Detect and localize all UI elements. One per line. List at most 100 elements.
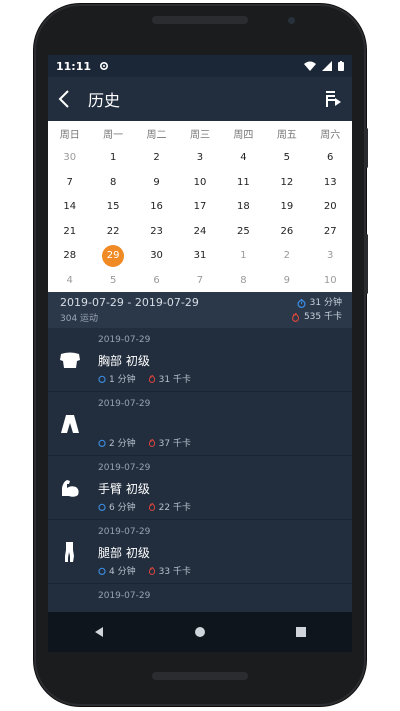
history-item[interactable]: 2019-07-29 胸部 初级 1 分钟 31 千卡: [48, 328, 352, 392]
history-item[interactable]: 2019-07-29 2 分钟 37 千卡: [48, 392, 352, 456]
settings-gear-icon: [100, 61, 109, 71]
page-title: 历史: [88, 91, 121, 110]
history-date: 2019-07-29: [98, 591, 151, 601]
calendar-day[interactable]: 4: [48, 275, 91, 286]
calendar-day[interactable]: 9: [265, 275, 308, 286]
calendar-day[interactable]: 4: [222, 152, 265, 163]
history-date: 2019-07-29: [98, 335, 151, 345]
selected-day-label: 29: [102, 244, 125, 267]
calendar-day[interactable]: 7: [178, 275, 221, 286]
calendar-day[interactable]: 8: [91, 177, 134, 188]
calendar-day[interactable]: 25: [222, 226, 265, 237]
calendar-day[interactable]: 19: [265, 201, 308, 212]
screen: 11:11 历史 周日 周一 周二 周三 周四 周五 周六 30 1 2 3 4…: [48, 55, 352, 652]
stopwatch-icon: [297, 298, 306, 308]
calendar-week: 4 5 6 7 8 9 10: [48, 268, 352, 293]
calendar-day[interactable]: 9: [135, 177, 178, 188]
calendar-day[interactable]: 17: [178, 201, 221, 212]
back-arrow-icon[interactable]: [58, 90, 70, 108]
calendar-week: 14 15 16 17 18 19 20: [48, 195, 352, 220]
battery-icon: [338, 61, 344, 71]
history-list: 2019-07-29 胸部 初级 1 分钟 31 千卡 2019-07-29 2…: [48, 328, 352, 648]
history-item[interactable]: 2019-07-29 腿部 初级 4 分钟 33 千卡: [48, 520, 352, 584]
calendar-day[interactable]: 18: [222, 201, 265, 212]
weekday-label: 周三: [189, 129, 210, 141]
calendar-day[interactable]: 20: [309, 201, 352, 212]
history-name: 手臂 初级: [98, 482, 150, 496]
calendar-day[interactable]: 11: [222, 177, 265, 188]
total-calories: 535 千卡: [303, 312, 342, 322]
calendar-day[interactable]: 28: [48, 250, 91, 261]
history-item[interactable]: 2019-07-29 手臂 初级 6 分钟 22 千卡: [48, 456, 352, 520]
calendar-day[interactable]: 10: [178, 177, 221, 188]
calendar-day[interactable]: 24: [178, 226, 221, 237]
calendar-week: 28 29 30 31 1 2 3: [48, 244, 352, 269]
bottom-speaker: [152, 672, 248, 680]
calendar-day[interactable]: 30: [135, 250, 178, 261]
calendar-day[interactable]: 30: [48, 152, 91, 163]
calendar-day[interactable]: 23: [135, 226, 178, 237]
calendar-day[interactable]: 12: [265, 177, 308, 188]
status-bar: 11:11: [48, 55, 352, 77]
calendar-day[interactable]: 2: [135, 152, 178, 163]
calendar-day[interactable]: 22: [91, 226, 134, 237]
calendar-day[interactable]: 31: [178, 250, 221, 261]
calendar-day[interactable]: 21: [48, 226, 91, 237]
calendar-day[interactable]: 10: [309, 275, 352, 286]
calendar-day[interactable]: 27: [309, 226, 352, 237]
flame-icon: [148, 374, 155, 383]
weekday-header: 周日 周一 周二 周三 周四 周五 周六: [48, 121, 352, 146]
top-speaker: [152, 16, 248, 24]
nav-back-icon[interactable]: [93, 626, 105, 638]
calendar-day[interactable]: 14: [48, 201, 91, 212]
calendar-day[interactable]: 5: [265, 152, 308, 163]
nav-home-icon[interactable]: [194, 626, 206, 638]
history-duration: 1 分钟: [109, 375, 136, 385]
power-button: [365, 234, 368, 294]
abs-icon: [61, 415, 79, 433]
flame-icon: [148, 566, 155, 575]
leg-icon: [65, 542, 74, 562]
calendar-day[interactable]: 5: [91, 275, 134, 286]
calendar-day[interactable]: 15: [91, 201, 134, 212]
calendar-day[interactable]: 8: [222, 275, 265, 286]
flame-icon: [148, 502, 155, 511]
weekday-label: 周六: [320, 129, 341, 141]
system-nav-bar: [48, 612, 352, 652]
history-date: 2019-07-29: [98, 527, 151, 537]
weekday-label: 周二: [146, 129, 167, 141]
calendar-day-selected[interactable]: 29: [91, 244, 134, 267]
weekday-label: 周五: [276, 129, 297, 141]
calendar-day[interactable]: 7: [48, 177, 91, 188]
summary-bar: 2019-07-29 - 2019-07-29 304 运动 31 分钟 535…: [48, 292, 352, 328]
calendar-day[interactable]: 3: [309, 250, 352, 261]
wifi-icon: [304, 61, 316, 71]
weekday-label: 周四: [233, 129, 254, 141]
calendar-day[interactable]: 1: [91, 152, 134, 163]
weekday-label: 周一: [103, 129, 124, 141]
history-date: 2019-07-29: [98, 463, 151, 473]
calendar-day[interactable]: 16: [135, 201, 178, 212]
calendar-week: 7 8 9 10 11 12 13: [48, 170, 352, 195]
calendar-day[interactable]: 26: [265, 226, 308, 237]
history-duration: 6 分钟: [109, 503, 136, 513]
history-duration: 2 分钟: [109, 439, 136, 449]
calendar-day[interactable]: 3: [178, 152, 221, 163]
total-duration: 31 分钟: [309, 298, 342, 308]
history-calories: 37 千卡: [158, 439, 191, 449]
month-calendar: 周日 周一 周二 周三 周四 周五 周六 30 1 2 3 4 5 6 7 8 …: [48, 121, 352, 292]
calendar-day[interactable]: 13: [309, 177, 352, 188]
history-calories: 22 千卡: [158, 503, 191, 513]
calendar-day[interactable]: 6: [309, 152, 352, 163]
history-name: 腿部 初级: [98, 546, 150, 560]
history-calories: 33 千卡: [158, 567, 191, 577]
calendar-day[interactable]: 6: [135, 275, 178, 286]
history-duration: 4 分钟: [109, 567, 136, 577]
share-workout-icon[interactable]: [324, 89, 342, 109]
nav-recents-icon[interactable]: [295, 626, 307, 638]
calendar-day[interactable]: 2: [265, 250, 308, 261]
volume-button: [365, 128, 368, 168]
calendar-week: 21 22 23 24 25 26 27: [48, 219, 352, 244]
calendar-day[interactable]: 1: [222, 250, 265, 261]
history-date: 2019-07-29: [98, 399, 151, 409]
